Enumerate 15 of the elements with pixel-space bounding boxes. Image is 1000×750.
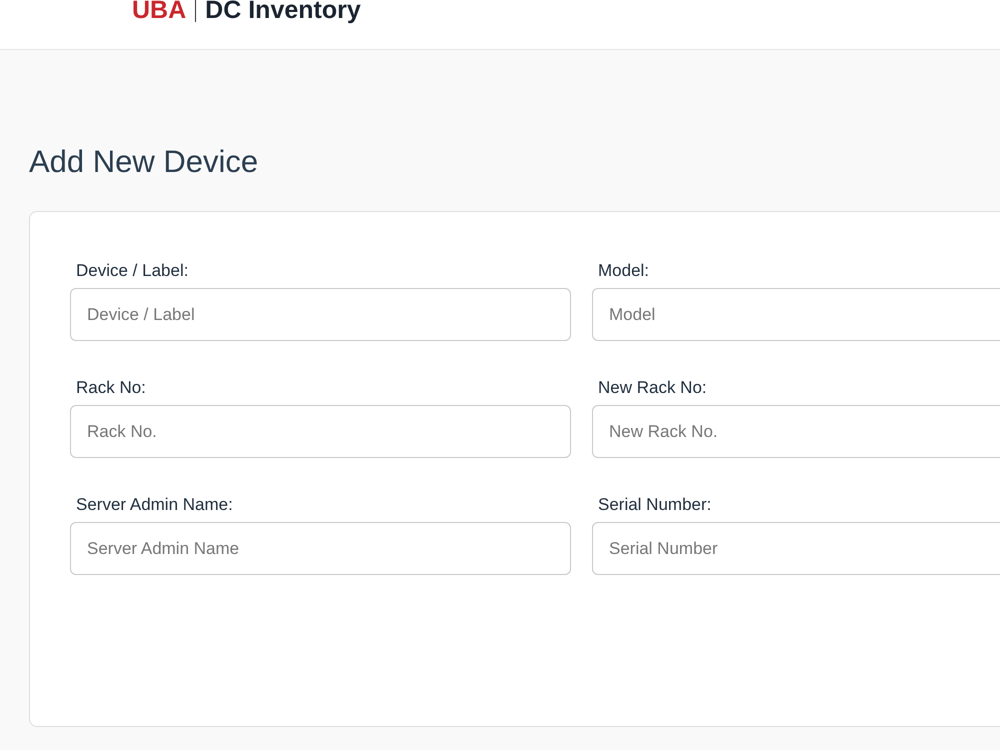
page-title: Add New Device — [29, 146, 258, 177]
field-label: New Rack No: — [598, 379, 707, 396]
field-label: Model: — [598, 262, 650, 279]
field-label: Device / Label: — [76, 262, 188, 279]
input-field[interactable]: Rack No. — [70, 405, 571, 458]
input-field[interactable]: New Rack No. — [592, 405, 1000, 458]
app-title: DC Inventory — [205, 0, 361, 22]
input-field[interactable]: Server Admin Name — [70, 522, 571, 575]
field-label: Rack No: — [76, 379, 146, 396]
brand-logo[interactable]: UBA — [132, 0, 186, 22]
input-field[interactable]: Device / Label — [70, 288, 571, 341]
field-label: Serial Number: — [598, 496, 712, 513]
input-field[interactable]: Model — [592, 288, 1000, 341]
field-label: Server Admin Name: — [76, 496, 233, 513]
input-field[interactable]: Serial Number — [592, 522, 1000, 575]
